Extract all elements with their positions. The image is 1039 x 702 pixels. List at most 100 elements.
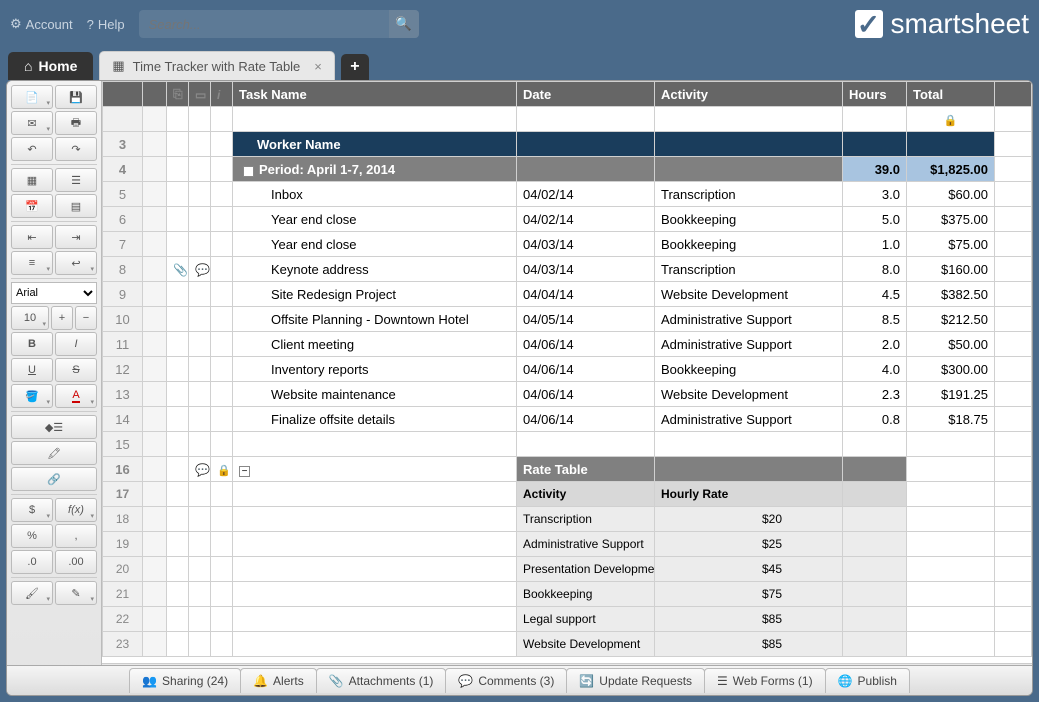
- rate-row[interactable]: 21Bookkeeping$75: [103, 582, 1032, 607]
- hours-cell[interactable]: 4.5: [843, 282, 907, 307]
- rate-subheader-row[interactable]: 17ActivityHourly Rate: [103, 482, 1032, 507]
- date-cell[interactable]: Activity: [517, 482, 655, 507]
- font-select[interactable]: Arial: [11, 282, 97, 304]
- total-cell[interactable]: $18.75: [907, 407, 995, 432]
- activity-cell[interactable]: $75: [655, 582, 843, 607]
- attach-cell[interactable]: [167, 357, 189, 382]
- period-row[interactable]: 4−Period: April 1-7, 201439.0$1,825.00: [103, 157, 1032, 182]
- comment-cell[interactable]: [189, 132, 211, 157]
- save-button[interactable]: 💾: [55, 85, 97, 109]
- data-row[interactable]: 12Inventory reports04/06/14Bookkeeping4.…: [103, 357, 1032, 382]
- date-cell[interactable]: Legal support: [517, 607, 655, 632]
- attach-cell[interactable]: [167, 207, 189, 232]
- attach-cell[interactable]: [167, 157, 189, 182]
- hours-cell[interactable]: 1.0: [843, 232, 907, 257]
- info-header[interactable]: i: [211, 82, 233, 107]
- comment-cell[interactable]: [189, 632, 211, 657]
- collapse-icon[interactable]: −: [239, 466, 250, 477]
- hours-cell[interactable]: [843, 457, 907, 482]
- extra-header[interactable]: [995, 82, 1032, 107]
- row-number[interactable]: 9: [103, 282, 143, 307]
- rate-row[interactable]: 19Administrative Support$25: [103, 532, 1032, 557]
- comment-cell[interactable]: [189, 507, 211, 532]
- total-cell[interactable]: [907, 132, 995, 157]
- activity-cell[interactable]: [655, 457, 843, 482]
- currency-button[interactable]: $: [11, 498, 53, 522]
- hours-cell[interactable]: 0.8: [843, 407, 907, 432]
- new-button[interactable]: 📄: [11, 85, 53, 109]
- expand-cell[interactable]: [143, 407, 167, 432]
- total-cell[interactable]: $382.50: [907, 282, 995, 307]
- inc-decimal-button[interactable]: .00: [55, 550, 97, 574]
- total-header[interactable]: Total: [907, 82, 995, 107]
- activity-cell[interactable]: $45: [655, 557, 843, 582]
- help-link[interactable]: ?Help: [87, 17, 125, 32]
- extra-cell[interactable]: [995, 507, 1032, 532]
- expand-header[interactable]: [143, 82, 167, 107]
- total-cell[interactable]: [907, 507, 995, 532]
- comment-cell[interactable]: 💬: [189, 257, 211, 282]
- row-number[interactable]: 18: [103, 507, 143, 532]
- task-cell[interactable]: [233, 557, 517, 582]
- comment-cell[interactable]: [189, 582, 211, 607]
- expand-cell[interactable]: [143, 457, 167, 482]
- extra-cell[interactable]: [995, 457, 1032, 482]
- hours-cell[interactable]: 2.3: [843, 382, 907, 407]
- task-cell[interactable]: Year end close: [233, 207, 517, 232]
- row-number[interactable]: 3: [103, 132, 143, 157]
- attach-cell[interactable]: [167, 532, 189, 557]
- increase-size-button[interactable]: +: [51, 306, 73, 330]
- expand-cell[interactable]: [143, 157, 167, 182]
- date-cell[interactable]: Presentation Development: [517, 557, 655, 582]
- date-cell[interactable]: Administrative Support: [517, 532, 655, 557]
- date-cell[interactable]: 04/03/14: [517, 257, 655, 282]
- date-cell[interactable]: 04/02/14: [517, 207, 655, 232]
- hours-cell[interactable]: 2.0: [843, 332, 907, 357]
- data-row[interactable]: 6Year end close04/02/14Bookkeeping5.0$37…: [103, 207, 1032, 232]
- data-row[interactable]: 10Offsite Planning - Downtown Hotel04/05…: [103, 307, 1032, 332]
- rate-row[interactable]: 20Presentation Development$45: [103, 557, 1032, 582]
- comment-cell[interactable]: [189, 332, 211, 357]
- sharing-tab[interactable]: 👥Sharing (24): [129, 668, 241, 693]
- close-tab-icon[interactable]: ×: [314, 59, 322, 74]
- activity-cell[interactable]: Website Development: [655, 382, 843, 407]
- attach-cell[interactable]: [167, 632, 189, 657]
- row-number[interactable]: 8: [103, 257, 143, 282]
- sheet-grid[interactable]: ⎘ ▭ i Task Name Date Activity Hours Tota…: [102, 81, 1032, 663]
- attach-cell[interactable]: [167, 482, 189, 507]
- expand-cell[interactable]: [143, 232, 167, 257]
- task-cell[interactable]: [233, 607, 517, 632]
- date-cell[interactable]: 04/06/14: [517, 382, 655, 407]
- data-row[interactable]: 13Website maintenance04/06/14Website Dev…: [103, 382, 1032, 407]
- attach-cell[interactable]: [167, 182, 189, 207]
- comment-cell[interactable]: [189, 182, 211, 207]
- row-number[interactable]: 7: [103, 232, 143, 257]
- row-number[interactable]: 5: [103, 182, 143, 207]
- activity-cell[interactable]: Website Development: [655, 282, 843, 307]
- total-cell[interactable]: [907, 532, 995, 557]
- task-cell[interactable]: −: [233, 457, 517, 482]
- print-button[interactable]: 🖶: [55, 111, 97, 135]
- attach-header[interactable]: ⎘: [167, 82, 189, 107]
- info-cell[interactable]: [211, 532, 233, 557]
- comments-tab[interactable]: 💬Comments (3): [445, 668, 567, 693]
- format-painter-button[interactable]: 🖌: [11, 581, 53, 605]
- conditional-format-button[interactable]: ◆☰: [11, 415, 97, 439]
- date-cell[interactable]: Transcription: [517, 507, 655, 532]
- dec-decimal-button[interactable]: .0: [11, 550, 53, 574]
- date-cell[interactable]: 04/02/14: [517, 182, 655, 207]
- activity-cell[interactable]: Transcription: [655, 257, 843, 282]
- extra-cell[interactable]: [995, 532, 1032, 557]
- total-cell[interactable]: $212.50: [907, 307, 995, 332]
- task-cell[interactable]: Website maintenance: [233, 382, 517, 407]
- task-cell[interactable]: Offsite Planning - Downtown Hotel: [233, 307, 517, 332]
- attach-cell[interactable]: [167, 582, 189, 607]
- comment-cell[interactable]: [189, 382, 211, 407]
- task-cell[interactable]: [233, 507, 517, 532]
- task-cell[interactable]: Client meeting: [233, 332, 517, 357]
- task-cell[interactable]: Keynote address: [233, 257, 517, 282]
- task-cell[interactable]: [233, 432, 517, 457]
- info-cell[interactable]: [211, 207, 233, 232]
- info-cell[interactable]: [211, 257, 233, 282]
- activity-cell[interactable]: Hourly Rate: [655, 482, 843, 507]
